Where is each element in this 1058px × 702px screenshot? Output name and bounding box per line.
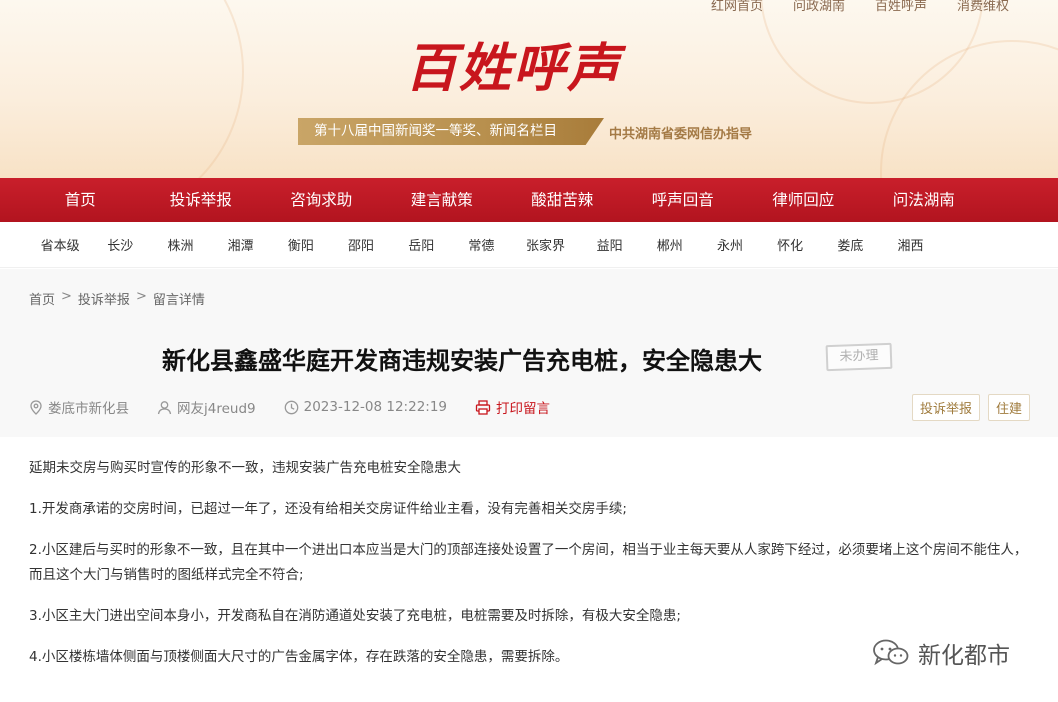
city-item[interactable]: 益阳 bbox=[580, 235, 640, 254]
time-text: 2023-12-08 12:22:19 bbox=[303, 399, 448, 415]
city-nav: 省本级 长沙 株洲 湘潭 衡阳 邵阳 岳阳 常德 张家界 益阳 郴州 永州 怀化… bbox=[0, 222, 1058, 268]
location-meta: 娄底市新化县 bbox=[29, 397, 129, 417]
breadcrumb: 首页 > 投诉举报 > 留言详情 bbox=[29, 289, 205, 308]
city-item[interactable]: 邵阳 bbox=[331, 235, 391, 254]
wechat-watermark: 新化都市 bbox=[872, 636, 1010, 670]
nav-item-home[interactable]: 首页 bbox=[20, 178, 141, 222]
city-item[interactable]: 常德 bbox=[451, 235, 511, 254]
city-item[interactable]: 永州 bbox=[700, 235, 760, 254]
print-label: 打印留言 bbox=[496, 401, 551, 417]
print-button[interactable]: 打印留言 bbox=[475, 397, 550, 417]
top-link-consumer[interactable]: 消费维权 bbox=[942, 0, 1024, 14]
time-meta: 2023-12-08 12:22:19 bbox=[284, 399, 447, 415]
status-badge: 未办理 bbox=[825, 342, 893, 372]
wechat-icon bbox=[873, 639, 909, 666]
logo-text: 百姓呼声 bbox=[405, 38, 622, 99]
nav-item-suggestion[interactable]: 建言献策 bbox=[382, 178, 503, 222]
award-ribbon: 第十八届中国新闻奖一等奖、新闻名栏目 bbox=[298, 118, 604, 145]
city-item[interactable]: 湘潭 bbox=[211, 235, 271, 254]
nav-item-law[interactable]: 问法湖南 bbox=[864, 178, 985, 222]
city-item[interactable]: 株洲 bbox=[150, 235, 210, 254]
article-tags: 投诉举报 住建 bbox=[911, 394, 1030, 421]
city-item[interactable]: 张家界 bbox=[512, 235, 580, 254]
location-text: 娄底市新化县 bbox=[48, 401, 129, 417]
top-links: 红网首页 问政湖南 百姓呼声 消费维权 bbox=[696, 0, 1024, 14]
breadcrumb-section[interactable]: 投诉举报 bbox=[78, 289, 130, 308]
nav-item-lawyer[interactable]: 律师回应 bbox=[743, 178, 864, 222]
city-item[interactable]: 长沙 bbox=[90, 235, 150, 254]
top-link-wenzheng[interactable]: 问政湖南 bbox=[778, 0, 860, 14]
author-meta: 网友j4reud9 bbox=[157, 397, 256, 417]
breadcrumb-current: 留言详情 bbox=[152, 293, 205, 308]
tag-department[interactable]: 住建 bbox=[987, 394, 1030, 421]
city-item[interactable]: 郴州 bbox=[640, 235, 700, 254]
article-paragraph: 3.小区主大门进出空间本身小，开发商私自在消防通道处安装了充电桩，电桩需要及时拆… bbox=[29, 608, 681, 624]
watermark-text: 新化都市 bbox=[918, 643, 1010, 669]
site-logo[interactable]: 百姓呼声 bbox=[405, 30, 655, 108]
top-link-baixing[interactable]: 百姓呼声 bbox=[860, 0, 942, 14]
city-item[interactable]: 省本级 bbox=[30, 235, 90, 254]
banner-decoration bbox=[0, 0, 244, 178]
main-nav: 首页 投诉举报 咨询求助 建言献策 酸甜苦辣 呼声回音 律师回应 问法湖南 bbox=[0, 178, 1058, 222]
article-paragraph: 2.小区建后与买时的形象不一致，且在其中一个进出口本应当是大门的顶部连接处设置了… bbox=[29, 542, 1028, 583]
nav-item-complaint[interactable]: 投诉举报 bbox=[141, 178, 262, 222]
author-text: 网友j4reud9 bbox=[177, 401, 256, 417]
city-item[interactable]: 衡阳 bbox=[271, 235, 331, 254]
nav-item-echo[interactable]: 呼声回音 bbox=[623, 178, 744, 222]
city-item[interactable]: 娄底 bbox=[820, 235, 880, 254]
breadcrumb-separator: > bbox=[61, 289, 72, 304]
page-title: 新化县鑫盛华庭开发商违规安装广告充电桩，安全隐患大 bbox=[162, 347, 762, 375]
nav-item-life[interactable]: 酸甜苦辣 bbox=[502, 178, 623, 222]
tag-category[interactable]: 投诉举报 bbox=[911, 394, 980, 421]
guide-text: 中共湖南省委网信办指导 bbox=[609, 127, 753, 142]
article-header: 首页 > 投诉举报 > 留言详情 新化县鑫盛华庭开发商违规安装广告充电桩，安全隐… bbox=[0, 269, 1058, 437]
user-icon bbox=[157, 400, 172, 414]
breadcrumb-home[interactable]: 首页 bbox=[29, 289, 55, 308]
article-meta: 娄底市新化县 网友j4reud9 2023-12-08 12:22:19 打印留… bbox=[29, 397, 578, 417]
location-pin-icon bbox=[30, 399, 42, 415]
article-paragraph: 1.开发商承诺的交房时间，已超过一年了，还没有给相关交房证件给业主看，没有完善相… bbox=[29, 501, 627, 517]
printer-icon bbox=[475, 399, 491, 415]
article-paragraph: 延期未交房与购买时宣传的形象不一致，违规安装广告充电桩安全隐患大 bbox=[29, 460, 461, 476]
top-link-rednet[interactable]: 红网首页 bbox=[696, 0, 778, 14]
nav-item-help[interactable]: 咨询求助 bbox=[261, 178, 382, 222]
breadcrumb-separator: > bbox=[135, 289, 147, 304]
city-item[interactable]: 岳阳 bbox=[391, 235, 451, 254]
header-banner: 红网首页 问政湖南 百姓呼声 消费维权 百姓呼声 第十八届中国新闻奖一等奖、新闻… bbox=[0, 0, 1058, 178]
city-item[interactable]: 湘西 bbox=[880, 235, 940, 254]
clock-icon bbox=[284, 400, 298, 414]
city-item[interactable]: 怀化 bbox=[760, 235, 820, 254]
